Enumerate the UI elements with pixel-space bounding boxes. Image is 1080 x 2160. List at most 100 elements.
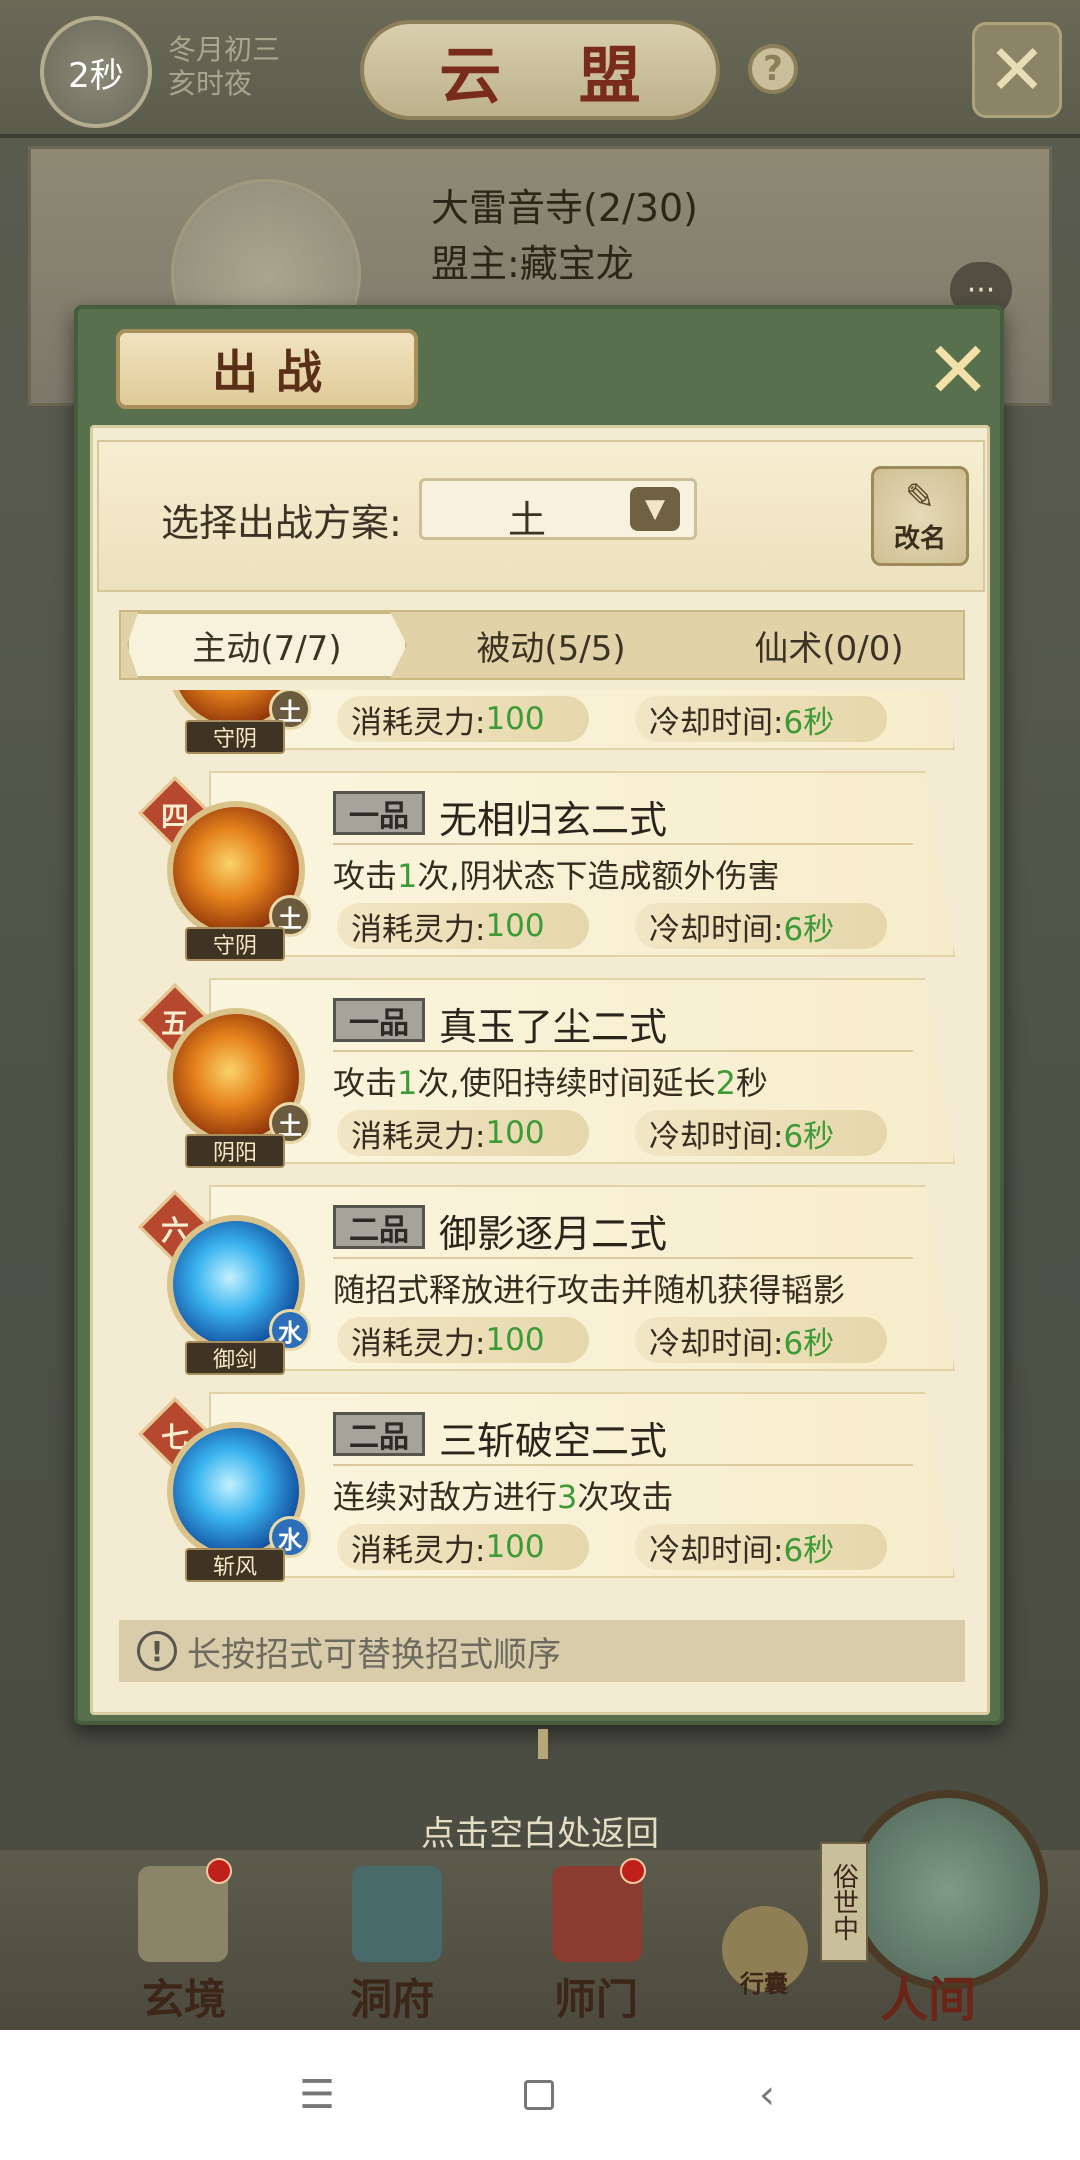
skill-tabs: 主动(7/7) 被动(5/5) 仙术(0/0) [119, 610, 965, 680]
close-icon[interactable]: ✕ [972, 22, 1062, 118]
cooldown-label: 冷却时间: [649, 1532, 784, 1569]
description-part: 3 [557, 1478, 578, 1516]
mana-cost-value: 100 [485, 1115, 545, 1151]
skill-description: 攻击1次,使阳持续时间延长2秒 [333, 1058, 768, 1104]
brush-icon: ✎ [904, 477, 936, 518]
mana-cost-label: 消耗灵力: [351, 1325, 486, 1362]
dialog-title: 出战 [212, 345, 340, 399]
divider [333, 1050, 913, 1052]
skill-card[interactable]: 六水御剑 二品 御影逐月二式 随招式释放进行攻击并随机获得韬影 消耗灵力: 100 冷却时间… [138, 1185, 955, 1375]
mana-cost-label: 消耗灵力: [351, 704, 486, 741]
page-title: 云 盟 [439, 39, 669, 112]
cooldown-label: 冷却时间: [649, 911, 784, 948]
cooldown-label: 冷却时间: [649, 704, 784, 741]
menu-icon[interactable]: ☰ [292, 2070, 342, 2120]
back-icon[interactable]: ‹ [742, 2070, 792, 2120]
grade-badge: 二品 [333, 1412, 425, 1456]
cooldown-label: 冷却时间: [649, 1325, 784, 1362]
tab-spells[interactable]: 仙术(0/0) [693, 612, 965, 678]
rename-button[interactable]: ✎ 改名 [871, 466, 969, 566]
square-icon [524, 2080, 554, 2110]
mana-cost-value: 100 [485, 908, 545, 944]
skill-card[interactable]: 四土守阴 一品 无相归玄二式 攻击1次,阴状态下造成额外伤害 消耗灵力: 100 冷却时间:… [138, 771, 955, 961]
cooldown-value: 6秒 [783, 911, 835, 948]
skill-name: 真玉了尘二式 [439, 1005, 668, 1049]
skill-description: 连续对敌方进行3次攻击 [333, 1472, 673, 1518]
system-nav-bar: ☰ ‹ [0, 2030, 1080, 2160]
grade-badge: 一品 [333, 998, 425, 1042]
description-part: 攻击 [333, 1064, 398, 1102]
skill-description: 攻击1次,阴状态下造成额外伤害 [333, 851, 780, 897]
description-part: 次,使阳持续时间延长 [417, 1064, 716, 1102]
nav-item-renjian[interactable]: 人间 [880, 1960, 976, 2030]
skill-name: 御影逐月二式 [439, 1212, 668, 1256]
dialog-title-plate: 出战 [116, 329, 418, 409]
union-name: 大雷音寺(2/30) [431, 186, 698, 230]
scheme-dropdown[interactable]: 土 ▼ [419, 478, 697, 542]
hint-text: 长按招式可替换招式顺序 [187, 1634, 561, 1675]
pavilion-icon[interactable] [352, 1866, 442, 1962]
nav-item-dongfu[interactable]: 洞府 [350, 1966, 434, 2027]
cooldown-value: 6秒 [783, 704, 835, 741]
description-part: 1 [397, 857, 418, 895]
timer-badge: 2秒 [40, 16, 152, 128]
title-plate: 云 盟 [360, 20, 720, 120]
cooldown-label: 冷却时间: [649, 1118, 784, 1155]
skill-style-tag: 阴阳 [185, 1134, 285, 1168]
description-part: 攻击 [333, 857, 398, 895]
mana-cost: 消耗灵力: 100 [337, 1524, 589, 1570]
mana-cost-value: 100 [485, 701, 545, 737]
tab-passive-skills[interactable]: 被动(5/5) [411, 612, 691, 678]
scheme-row: 选择出战方案: 土 ▼ ✎ 改名 [97, 440, 985, 592]
union-leader: 盟主:藏宝龙 [431, 242, 634, 286]
close-icon[interactable]: ✕ [918, 331, 998, 411]
help-button[interactable]: ? [748, 44, 798, 94]
cooldown-value: 6秒 [783, 1118, 835, 1155]
cooldown: 冷却时间: 6秒 [635, 696, 887, 742]
tab-active-skills[interactable]: 主动(7/7) [127, 612, 407, 678]
scheme-label: 选择出战方案: [161, 501, 402, 545]
mana-cost-label: 消耗灵力: [351, 911, 486, 948]
description-part: 次攻击 [577, 1478, 674, 1516]
nav-item-shimen[interactable]: 师门 [554, 1966, 638, 2027]
divider [333, 843, 913, 845]
skill-style-tag: 守阴 [185, 720, 285, 754]
description-part: 1 [397, 1064, 418, 1102]
top-bar: 2秒 冬月初三 亥时夜 云 盟 ? ✕ [0, 0, 1080, 138]
notification-dot [206, 1858, 232, 1884]
chevron-down-icon: ▼ [630, 487, 680, 531]
cooldown: 冷却时间: 6秒 [635, 1317, 887, 1363]
description-part: 2 [715, 1064, 736, 1102]
nav-item-xuanjing[interactable]: 玄境 [142, 1966, 226, 2027]
skill-card[interactable]: 三土守阴附加1层阴,使其灵力回复速度降低消耗灵力:100冷却时间:6秒 [143, 690, 955, 754]
battle-dialog: 出战 ✕ 选择出战方案: 土 ▼ ✎ 改名 主动(7/7) 被动(5/5) 仙术… [74, 305, 1004, 1759]
skill-description: 随招式释放进行攻击并随机获得韬影 [333, 1265, 845, 1311]
mana-cost: 消耗灵力: 100 [337, 903, 589, 949]
mana-cost: 消耗灵力: 100 [337, 696, 589, 742]
description-part: 次,阴状态下造成额外伤害 [417, 857, 780, 895]
home-button[interactable] [514, 2070, 564, 2120]
exclamation-icon: ! [137, 1631, 177, 1671]
mana-cost-label: 消耗灵力: [351, 1118, 486, 1155]
cooldown: 冷却时间: 6秒 [635, 1110, 887, 1156]
notification-dot [620, 1858, 646, 1884]
rename-label: 改名 [893, 524, 946, 554]
grade-badge: 一品 [333, 791, 425, 835]
skill-name: 无相归玄二式 [439, 798, 668, 842]
mana-cost-label: 消耗灵力: [351, 1532, 486, 1569]
scheme-value: 土 [508, 498, 547, 542]
skill-card[interactable]: 五土阴阳 一品 真玉了尘二式 攻击1次,使阳持续时间延长2秒 消耗灵力: 100 冷却时间:… [138, 978, 955, 1168]
mana-cost-value: 100 [485, 1529, 545, 1565]
hint-bar: ! 长按招式可替换招式顺序 [119, 1620, 965, 1682]
skill-card[interactable]: 七水斩风 二品 三斩破空二式 连续对敌方进行3次攻击 消耗灵力: 100 冷却时间: 6秒 [138, 1392, 955, 1582]
tassel-icon [538, 1729, 548, 1759]
divider [333, 1464, 913, 1466]
skill-list[interactable]: 三土守阴附加1层阴,使其灵力回复速度降低消耗灵力:100冷却时间:6秒四土守阴一… [119, 690, 965, 1610]
bottom-nav: 玄境 洞府 师门 行囊 俗世中 人间 [0, 1790, 1080, 2030]
nav-item-xingnang[interactable]: 行囊 [740, 1964, 788, 1999]
cooldown-value: 6秒 [783, 1532, 835, 1569]
description-part: 秒 [735, 1064, 768, 1102]
description-part: 随招式释放进行攻击并随机获得韬影 [333, 1271, 846, 1309]
mana-cost: 消耗灵力: 100 [337, 1317, 589, 1363]
status-tag: 俗世中 [820, 1842, 868, 1962]
